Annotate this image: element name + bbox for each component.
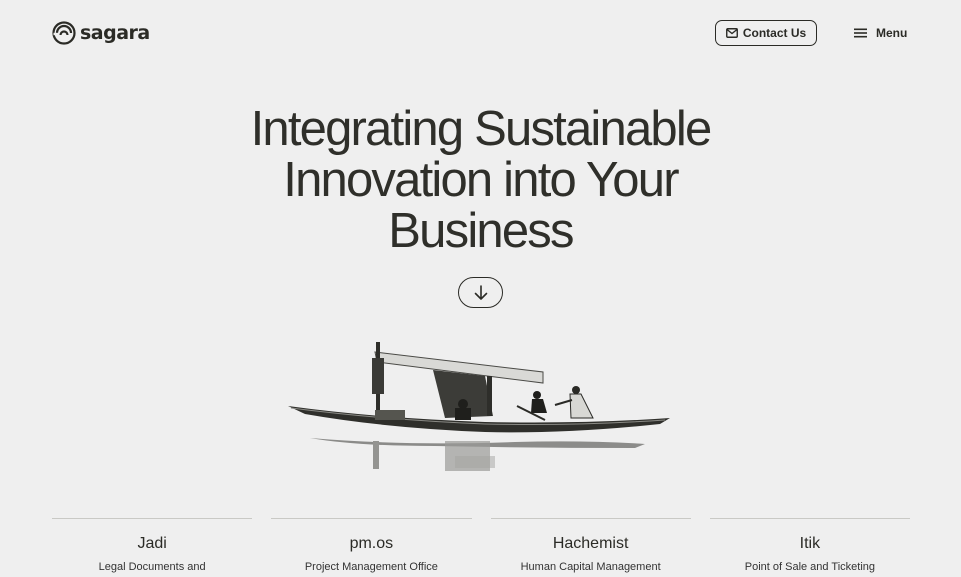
hero-title-line-3: Business: [388, 204, 574, 258]
hero-title: Integrating Sustainable Innovation into …: [180, 104, 781, 257]
logo[interactable]: sagara: [52, 19, 150, 47]
product-description: Point of Sale and Ticketing: [744, 561, 875, 573]
scroll-down-button[interactable]: [458, 277, 503, 308]
hamburger-icon: [854, 28, 867, 38]
menu-label: Menu: [876, 26, 908, 40]
site-header: sagara Contact Us Menu: [0, 0, 961, 66]
boat-photo: [288, 342, 670, 471]
hero-title-line-2: Innovation into Your: [283, 153, 679, 207]
product-name: pm.os: [349, 535, 394, 552]
mail-icon: [725, 28, 738, 38]
product-card-itik[interactable]: Itik Point of Sale and Ticketing: [709, 518, 910, 577]
arrow-down-icon: [474, 284, 487, 300]
contact-us-label: Contact Us: [742, 26, 807, 40]
hero-title-line-1: Integrating Sustainable: [250, 102, 713, 156]
logo-text: sagara: [80, 22, 150, 44]
menu-button[interactable]: Menu: [854, 24, 907, 42]
product-description: Human Capital Management: [520, 561, 661, 573]
product-card-jadi[interactable]: Jadi Legal Documents and: [52, 518, 253, 577]
product-name: Itik: [799, 535, 821, 552]
product-name: Jadi: [137, 535, 167, 552]
product-list: Jadi Legal Documents and pm.os Project M…: [52, 518, 910, 577]
product-description: Project Management Office: [304, 561, 438, 573]
product-card-hachemist[interactable]: Hachemist Human Capital Management: [490, 518, 691, 577]
contact-us-button[interactable]: Contact Us: [715, 20, 817, 46]
product-card-pmos[interactable]: pm.os Project Management Office: [271, 518, 472, 577]
sagara-logo-icon: [52, 21, 76, 45]
product-description: Legal Documents and: [98, 561, 206, 573]
product-name: Hachemist: [552, 535, 629, 552]
